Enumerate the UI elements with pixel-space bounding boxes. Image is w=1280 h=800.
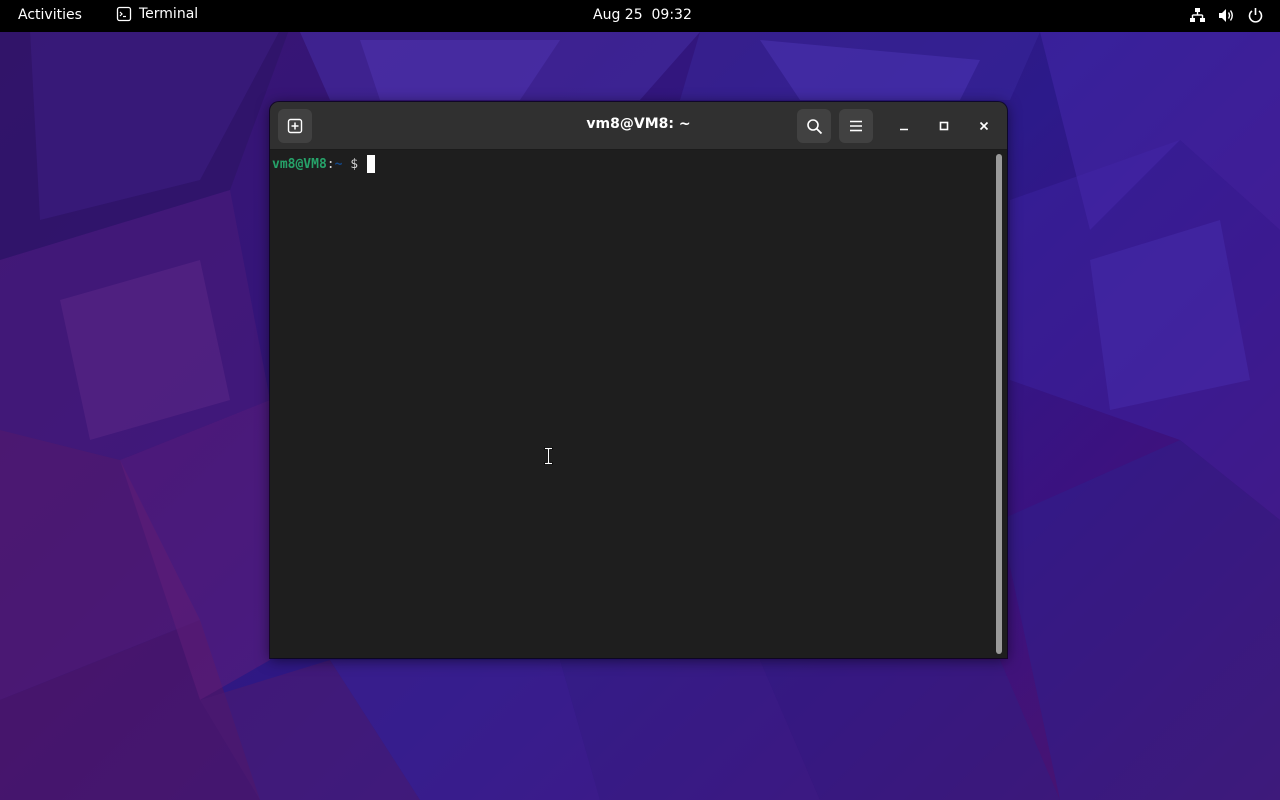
network-icon: [1190, 8, 1205, 22]
prompt-user-host: vm8@VM8: [272, 156, 327, 172]
terminal-icon: [116, 6, 132, 22]
new-tab-icon: [287, 118, 303, 134]
window-title: vm8@VM8: ~: [586, 116, 691, 132]
window-headerbar[interactable]: vm8@VM8: ~: [270, 102, 1007, 150]
maximize-button[interactable]: [932, 114, 956, 138]
app-menu[interactable]: Terminal: [116, 6, 198, 22]
hamburger-menu-icon: [850, 120, 862, 132]
main-menu-button[interactable]: [839, 109, 873, 143]
terminal-scrollbar[interactable]: [996, 154, 1002, 654]
minimize-icon: [900, 128, 908, 131]
text-cursor: [366, 155, 375, 173]
maximize-icon: [939, 121, 949, 131]
minimize-button[interactable]: [892, 114, 916, 138]
power-icon: [1248, 8, 1263, 23]
mouse-ibeam-cursor-icon: [544, 447, 553, 465]
search-button[interactable]: [797, 109, 831, 143]
prompt-separator: :: [326, 156, 335, 172]
close-icon: [979, 121, 989, 131]
prompt-symbol: $: [350, 156, 359, 172]
shell-prompt: vm8@VM8: ~ $: [272, 155, 375, 173]
app-menu-label: Terminal: [139, 6, 199, 22]
close-button[interactable]: [972, 114, 996, 138]
volume-icon: [1219, 9, 1233, 22]
prompt-path: ~: [334, 156, 343, 172]
top-bar: Activities Terminal Aug 25 09:32: [0, 0, 1280, 32]
terminal-output-area[interactable]: vm8@VM8: ~ $: [270, 150, 1007, 658]
activities-button[interactable]: Activities: [18, 7, 82, 23]
clock[interactable]: Aug 25 09:32: [593, 7, 692, 23]
new-tab-button[interactable]: [278, 109, 312, 143]
terminal-window: vm8@VM8: ~ vm8@VM8: ~ $: [270, 102, 1007, 658]
system-tray[interactable]: [1189, 7, 1264, 24]
search-icon: [806, 118, 822, 134]
